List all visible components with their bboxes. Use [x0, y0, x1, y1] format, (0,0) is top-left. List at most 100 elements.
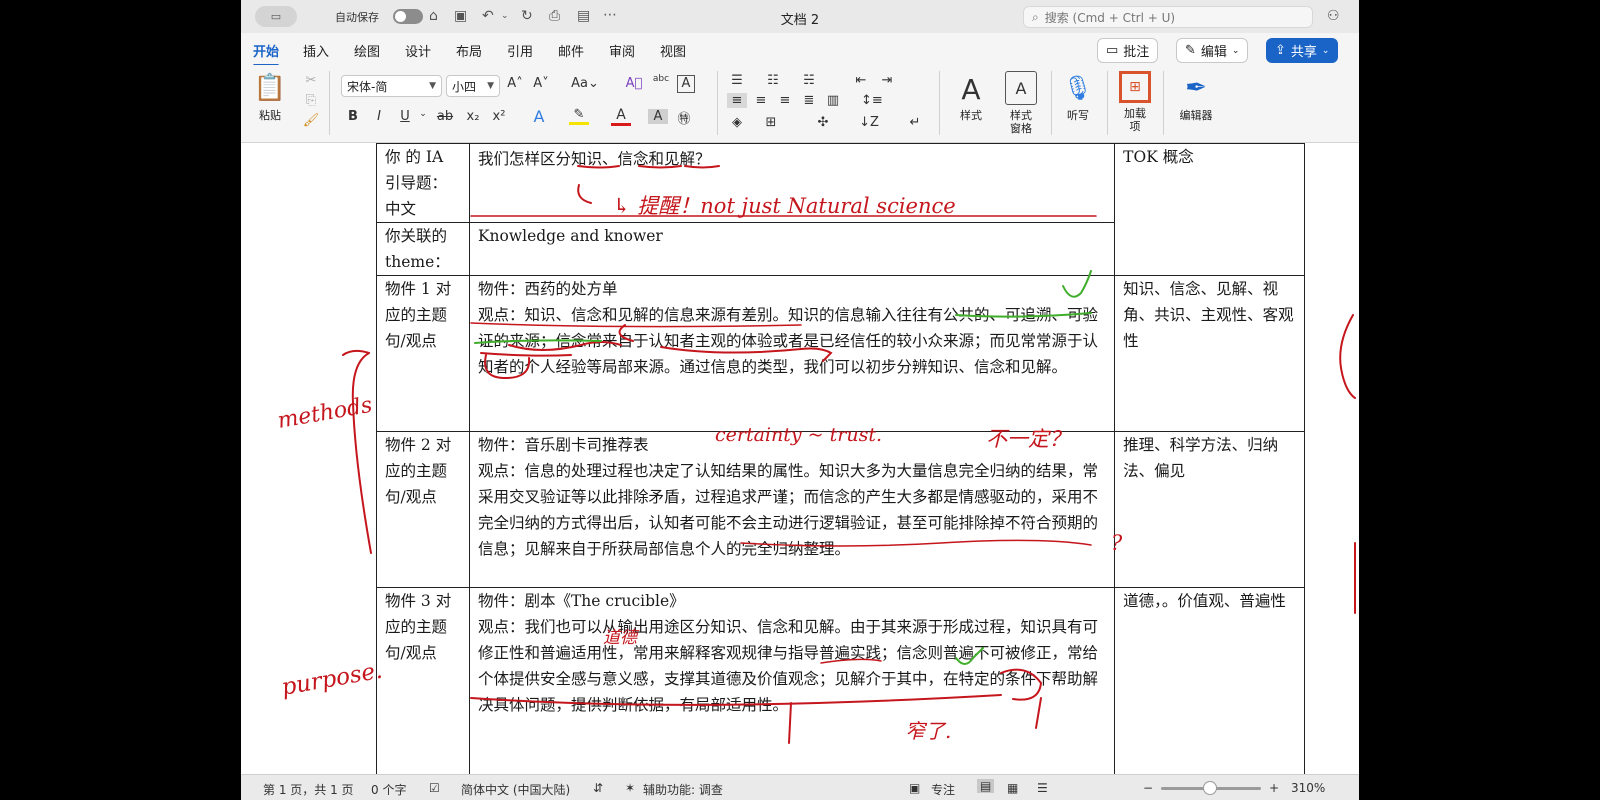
web-layout-icon[interactable]: ▦ [1007, 781, 1018, 795]
autosave-toggle[interactable] [393, 9, 423, 24]
chevron-down-icon[interactable]: ⌄ [413, 109, 433, 119]
microphone-icon[interactable]: 🎙 [1063, 71, 1093, 105]
zoom-slider-thumb[interactable] [1203, 781, 1217, 795]
search-input[interactable]: ⌕ 搜索 (Cmd + Ctrl + U) [1023, 6, 1313, 28]
grow-font-icon[interactable]: A˄ [505, 76, 525, 91]
cut-icon[interactable]: ✂ [301, 73, 321, 88]
font-size-select[interactable]: 小四 ▼ [446, 75, 500, 97]
row-content[interactable]: Knowledge and knower [468, 222, 1116, 276]
row-label[interactable]: 你关联的 theme： [376, 222, 470, 276]
font-name-select[interactable]: 宋体-简 ▼ [341, 75, 442, 97]
tab-home[interactable]: 开始 [253, 41, 280, 67]
zoom-in-icon[interactable]: + [1269, 781, 1279, 795]
strikethrough-icon[interactable]: ab [435, 109, 455, 124]
decrease-indent-icon[interactable]: ⇤ [851, 73, 871, 88]
word-count[interactable]: 0 个字 [371, 781, 406, 798]
proofing-icon[interactable]: ☑ [429, 781, 440, 795]
row-label[interactable]: 你 的 IA 引导题：中文 [376, 143, 470, 223]
title-bar: ▭ 自动保存 ⌂ ▣ ↶ ⌄ ↻ ⎙ ▤ ⋯ 文档 2 ⌕ 搜索 (Cmd + … [241, 0, 1359, 33]
copy-icon[interactable]: ⎘ [301, 93, 321, 108]
row-concept[interactable]: 知识、信念、见解、视角、共识、主观性、客观性 [1114, 275, 1305, 432]
row-concept[interactable]: 道德，。价值观、普遍性 [1114, 587, 1305, 774]
justify-icon[interactable]: ≣ [799, 93, 819, 108]
tab-draw[interactable]: 绘图 [354, 41, 380, 60]
asian-layout-icon[interactable]: ✣ [813, 115, 833, 130]
bold-icon[interactable]: B [343, 109, 363, 124]
print-icon[interactable]: ⎙ [549, 5, 560, 27]
text-effects-icon[interactable]: A [529, 107, 549, 126]
share-button[interactable]: ⇪ 共享 ⌄ [1266, 38, 1339, 63]
align-left-icon[interactable]: ≡ [727, 93, 747, 108]
document-canvas[interactable]: 你 的 IA 引导题：中文 我们怎样区分知识、信念和见解？ TOK 概念 你关联… [241, 143, 1359, 774]
highlight-icon[interactable]: ✎ [569, 107, 589, 125]
focus-label[interactable]: 专注 [931, 781, 955, 798]
numbering-icon[interactable]: ☷ [763, 73, 783, 88]
focus-icon[interactable]: ▣ [909, 781, 920, 795]
editor-icon[interactable]: ✒ [1179, 71, 1213, 105]
tab-view[interactable]: 视图 [660, 41, 686, 60]
undo-dropdown-icon[interactable]: ⌄ [501, 5, 509, 27]
enclose-char-icon[interactable]: ㊕ [674, 108, 694, 127]
phonetic-guide-icon[interactable]: abc [651, 74, 671, 84]
styles-pane-icon[interactable]: A [1005, 71, 1037, 105]
row-content[interactable]: 我们怎样区分知识、信念和见解？ [468, 143, 1116, 223]
clear-format-icon[interactable]: A⃥ [624, 76, 644, 91]
multilevel-list-icon[interactable]: ☵ [799, 73, 819, 88]
styles-icon[interactable]: A [953, 71, 989, 107]
superscript-icon[interactable]: x² [489, 109, 509, 124]
char-shading-icon[interactable]: A [648, 109, 668, 124]
row-concept[interactable]: TOK 概念 [1114, 143, 1305, 276]
language-status[interactable]: 简体中文 (中国大陆) [461, 781, 570, 798]
tab-layout[interactable]: 布局 [456, 41, 482, 60]
borders-icon[interactable]: ⊞ [761, 115, 781, 130]
change-case-icon[interactable]: Aa⌄ [571, 76, 599, 91]
account-icon[interactable]: ⚇ [1327, 5, 1340, 27]
tab-references[interactable]: 引用 [507, 41, 533, 60]
accessibility-status[interactable]: 辅助功能: 调查 [643, 781, 723, 798]
sidebar-toggle-button[interactable]: ▭ [255, 6, 297, 27]
subscript-icon[interactable]: x₂ [463, 109, 483, 124]
show-marks-icon[interactable]: ↵ [905, 115, 925, 130]
paste-icon[interactable]: 📋 [254, 71, 286, 105]
tab-insert[interactable]: 插入 [303, 41, 329, 60]
tab-review[interactable]: 审阅 [609, 41, 635, 60]
redo-icon[interactable]: ↻ [521, 5, 533, 27]
comment-button[interactable]: ▭ 批注 [1097, 38, 1159, 63]
line-spacing-icon[interactable]: ↕≡ [861, 93, 883, 108]
font-color-icon[interactable]: A [611, 107, 631, 126]
shading-icon[interactable]: ◈ [727, 115, 747, 130]
undo-icon[interactable]: ↶ [482, 5, 494, 27]
row-content[interactable]: 物件：西药的处方单 观点：知识、信念和见解的信息来源有差别。知识的信息输入往往有… [468, 275, 1116, 432]
row-label[interactable]: 物件 3 对应的主题句/观点 [376, 587, 470, 774]
zoom-out-icon[interactable]: − [1143, 781, 1153, 795]
track-changes-icon[interactable]: ⇵ [593, 781, 603, 795]
italic-icon[interactable]: I [369, 109, 389, 124]
save-as-icon[interactable]: ▤ [577, 5, 590, 27]
row-concept[interactable]: 推理、科学方法、归纳法、偏见 [1114, 431, 1305, 588]
row-label[interactable]: 物件 1 对应的主题句/观点 [376, 275, 470, 432]
format-painter-icon[interactable]: 🖌 [301, 113, 321, 128]
shrink-font-icon[interactable]: A˅ [531, 76, 551, 91]
print-layout-icon[interactable]: ▤ [977, 779, 995, 793]
home-icon[interactable]: ⌂ [429, 5, 438, 27]
tab-design[interactable]: 设计 [405, 41, 431, 60]
underline-icon[interactable]: U [395, 109, 415, 124]
sort-icon[interactable]: ↓Z [859, 115, 879, 130]
save-icon[interactable]: ▣ [454, 5, 467, 27]
row-content[interactable]: 物件：音乐剧卡司推荐表 观点：信息的处理过程也决定了认知结果的属性。知识大多为大… [468, 431, 1116, 588]
outline-view-icon[interactable]: ☰ [1037, 781, 1048, 795]
bullets-icon[interactable]: ☰ [727, 73, 747, 88]
edit-mode-button[interactable]: ✎ 编辑 ⌄ [1176, 38, 1249, 63]
row-content[interactable]: 物件：剧本《The crucible》 观点：我们也可以从输出用途区分知识、信念… [468, 587, 1116, 774]
char-border-icon[interactable]: A [677, 75, 695, 93]
tab-mailings[interactable]: 邮件 [558, 41, 584, 60]
zoom-level[interactable]: 310% [1291, 781, 1325, 795]
row-label[interactable]: 物件 2 对应的主题句/观点 [376, 431, 470, 588]
align-center-icon[interactable]: ≡ [751, 93, 771, 108]
align-right-icon[interactable]: ≡ [775, 93, 795, 108]
increase-indent-icon[interactable]: ⇥ [877, 73, 897, 88]
addins-icon[interactable]: ⊞ [1119, 71, 1151, 103]
page-count[interactable]: 第 1 页，共 1 页 [263, 781, 354, 798]
distributed-icon[interactable]: ▥ [823, 93, 843, 108]
more-icon[interactable]: ⋯ [603, 4, 617, 26]
